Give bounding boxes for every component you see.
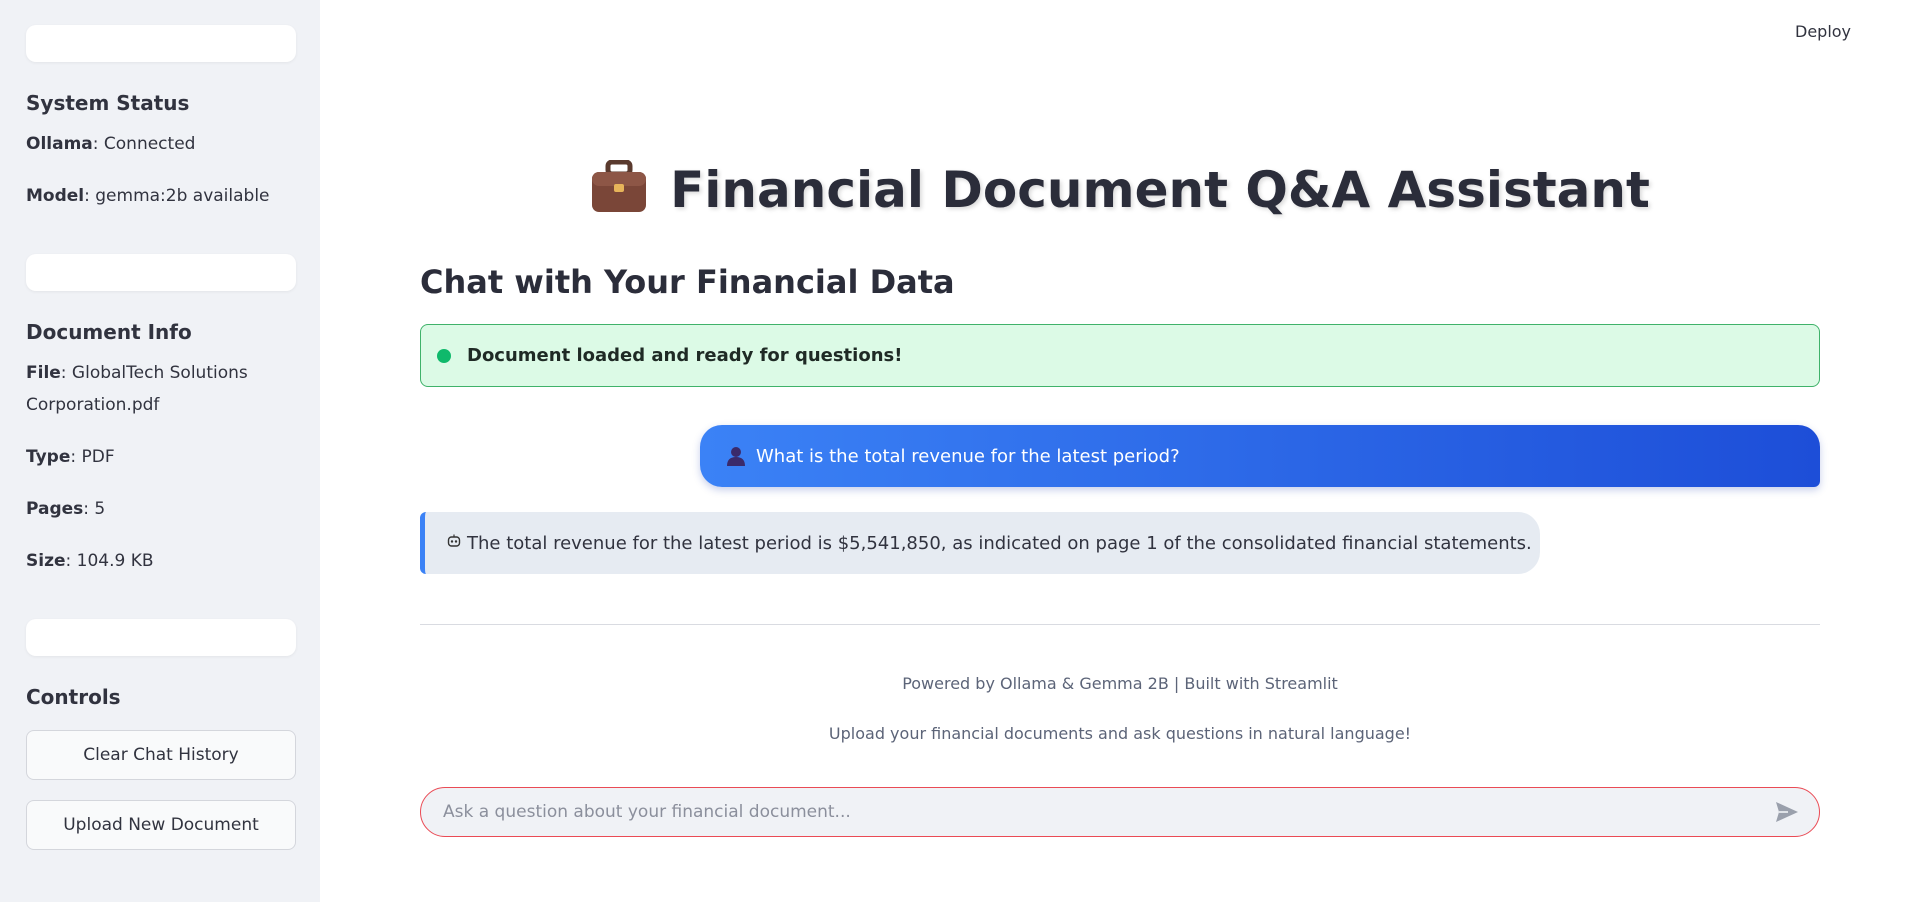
model-label: Model: [26, 186, 85, 206]
type-value: : PDF: [70, 447, 115, 467]
sidebar-spacer-bar: [26, 619, 296, 656]
sidebar-spacer-bar: [26, 254, 296, 291]
send-icon[interactable]: [1775, 801, 1799, 823]
model-status: Model: gemma:2b available: [26, 180, 294, 212]
page-title-row: Financial Document Q&A Assistant: [420, 159, 1820, 227]
size-label: Size: [26, 551, 66, 571]
upload-new-document-button[interactable]: Upload New Document: [26, 800, 296, 850]
pages-value: : 5: [83, 499, 106, 519]
assistant-message-bubble: The total revenue for the latest period …: [420, 512, 1540, 574]
size-info: Size: 104.9 KB: [26, 545, 294, 577]
pages-info: Pages: 5: [26, 493, 294, 525]
chat-input-container: [420, 787, 1820, 837]
pages-label: Pages: [26, 499, 84, 519]
ollama-status: Ollama: Connected: [26, 128, 294, 160]
file-label: File: [26, 363, 61, 383]
user-message-bubble: What is the total revenue for the latest…: [700, 425, 1820, 487]
ollama-value: : Connected: [92, 134, 196, 154]
robot-icon: [447, 534, 461, 552]
type-label: Type: [26, 447, 71, 467]
sidebar-spacer-bar: [26, 25, 296, 62]
briefcase-icon: [590, 159, 648, 227]
footer-tagline: Upload your financial documents and ask …: [828, 724, 1412, 743]
user-avatar-icon: [726, 446, 746, 466]
chat-subtitle: Chat with Your Financial Data: [420, 263, 955, 301]
clear-chat-history-button[interactable]: Clear Chat History: [26, 730, 296, 780]
user-message-text: What is the total revenue for the latest…: [756, 445, 1180, 467]
file-info: File: GlobalTech Solutions Corporation.p…: [26, 357, 286, 421]
type-info: Type: PDF: [26, 441, 294, 473]
ollama-label: Ollama: [26, 134, 93, 154]
model-value: : gemma:2b available: [84, 186, 270, 206]
footer-credits: Powered by Ollama & Gemma 2B | Built wit…: [902, 674, 1338, 693]
divider: [420, 624, 1820, 625]
deploy-button[interactable]: Deploy: [1795, 22, 1851, 41]
status-dot-icon: [437, 348, 451, 363]
success-alert-text: Document loaded and ready for questions!: [467, 345, 903, 366]
controls-heading: Controls: [26, 685, 121, 709]
size-value: : 104.9 KB: [65, 551, 154, 571]
sidebar: System Status Ollama: Connected Model: g…: [0, 0, 320, 902]
success-alert: Document loaded and ready for questions!: [420, 324, 1820, 387]
assistant-message-text: The total revenue for the latest period …: [467, 532, 1532, 554]
document-info-heading: Document Info: [26, 320, 192, 344]
system-status-heading: System Status: [26, 91, 190, 115]
chat-input[interactable]: [441, 801, 1775, 823]
page-title: Financial Document Q&A Assistant: [670, 161, 1650, 219]
